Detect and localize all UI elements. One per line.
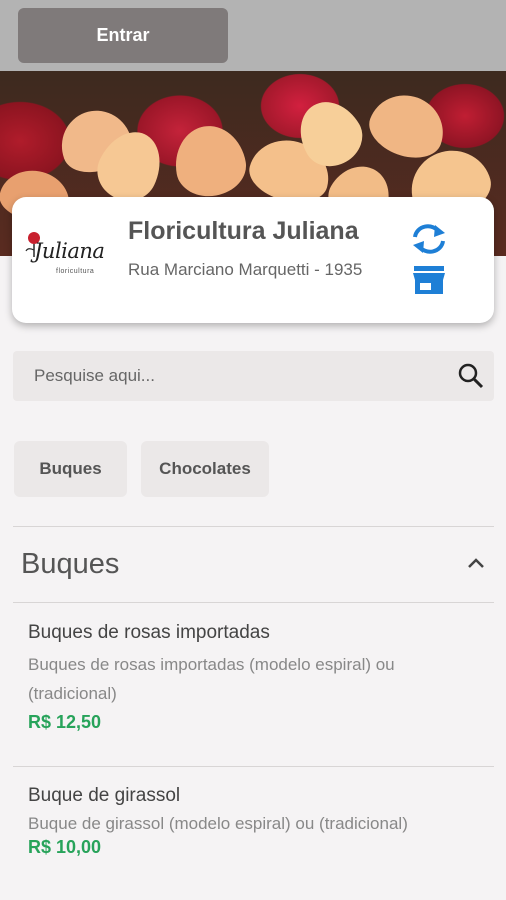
- product-description: Buque de girassol (modelo espiral) ou (t…: [28, 814, 408, 833]
- divider: [13, 526, 494, 527]
- product-price: R$ 12,50: [28, 712, 102, 732]
- category-chip-buques[interactable]: Buques: [14, 441, 127, 497]
- logo-subtext: floricultura: [56, 268, 95, 275]
- top-bar: Entrar: [0, 0, 506, 71]
- chevron-up-icon[interactable]: [466, 556, 486, 570]
- logo-text: Juliana: [34, 239, 105, 263]
- divider: [13, 766, 494, 767]
- product-item[interactable]: Buque de girassol Buque de girassol (mod…: [28, 785, 468, 858]
- product-item[interactable]: Buques de rosas importadas Buques de ros…: [28, 622, 468, 733]
- login-button[interactable]: Entrar: [18, 8, 228, 63]
- store-address: Rua Marciano Marquetti - 1935: [128, 260, 363, 279]
- store-logo: Juliana floricultura: [22, 227, 110, 287]
- store-info-card: Juliana floricultura Floricultura Julian…: [12, 197, 494, 323]
- search-bar: [13, 351, 494, 401]
- product-price: R$ 10,00: [28, 837, 102, 857]
- search-input[interactable]: [13, 351, 433, 401]
- section-title[interactable]: Buques: [21, 548, 119, 581]
- store-icon[interactable]: [412, 265, 446, 295]
- product-name: Buque de girassol: [28, 785, 181, 806]
- product-description: Buques de rosas importadas (modelo espir…: [28, 655, 395, 703]
- search-icon[interactable]: [458, 363, 484, 389]
- sync-icon[interactable]: [410, 223, 448, 255]
- category-chip-chocolates[interactable]: Chocolates: [141, 441, 269, 497]
- store-name: Floricultura Juliana: [128, 217, 359, 245]
- product-name: Buques de rosas importadas: [28, 622, 270, 643]
- divider: [13, 602, 494, 603]
